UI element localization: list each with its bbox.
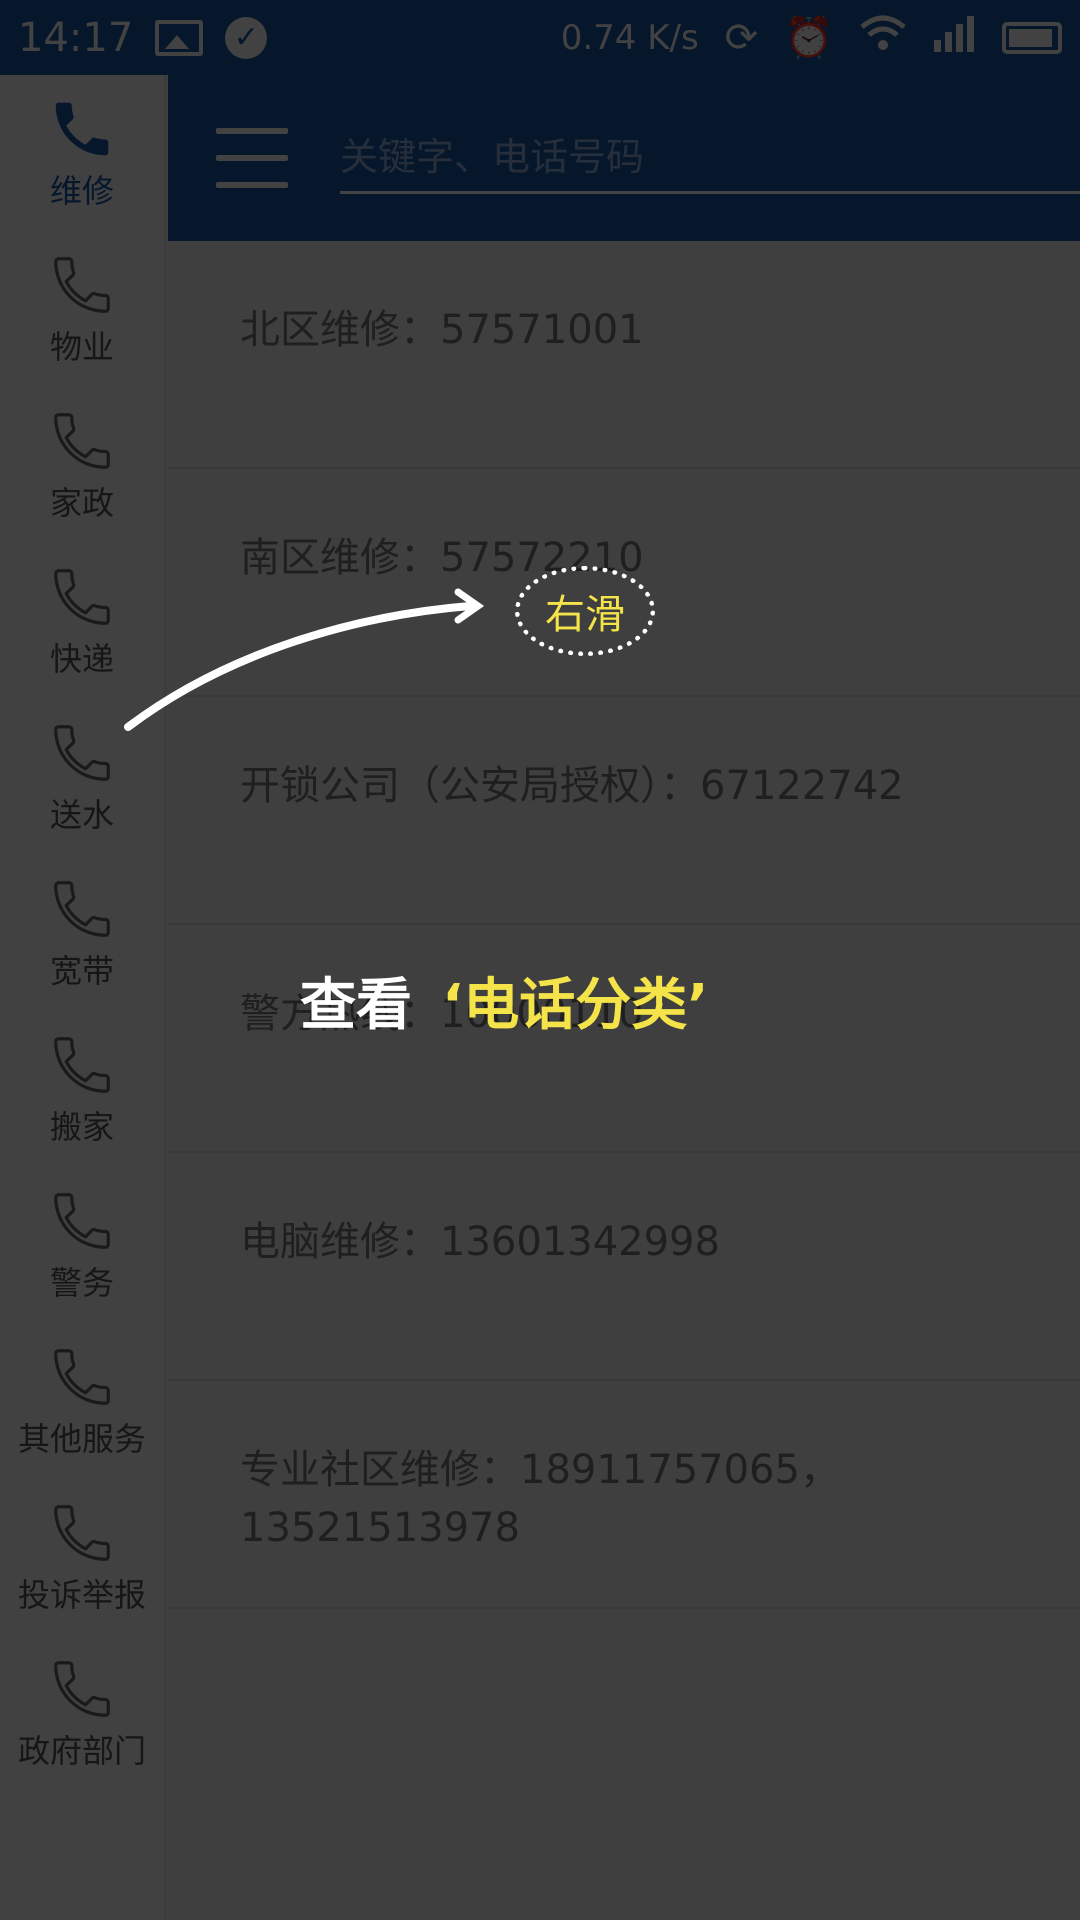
sidebar-item-label: 政府部门 <box>17 1732 146 1770</box>
phone-icon <box>47 94 117 164</box>
status-bar: 14:17 ✓ 0.74 K/s ⟳ ⏰ <box>0 0 1080 75</box>
phone-icon <box>47 406 117 476</box>
phone-icon <box>47 718 117 788</box>
wifi-icon <box>860 15 906 61</box>
sidebar-item[interactable]: 送水 <box>0 699 164 855</box>
sidebar-item-label: 快递 <box>49 640 114 678</box>
phone-icon <box>47 250 117 320</box>
phone-icon <box>47 1654 117 1724</box>
contact-row[interactable]: 专业社区维修：18911757065， 13521513978 <box>168 1381 1080 1609</box>
sidebar-item[interactable]: 维修 <box>0 75 164 231</box>
contact-text: 南区维修：57572210 <box>240 535 644 581</box>
sidebar-item-label: 其他服务 <box>17 1420 146 1458</box>
sidebar-item-label: 送水 <box>49 796 114 834</box>
status-time: 14:17 <box>18 14 134 61</box>
image-icon <box>155 19 204 56</box>
contact-row[interactable]: 北区维修：57571001 <box>168 241 1080 469</box>
check-icon: ✓ <box>225 16 268 59</box>
sidebar-item-label: 搬家 <box>49 1108 114 1146</box>
sidebar-item-label: 物业 <box>49 328 114 366</box>
sidebar-item-label: 维修 <box>49 172 114 210</box>
contact-text: 电脑维修：13601342998 <box>240 1219 720 1265</box>
contact-text-continued: 13521513978 <box>240 1505 520 1551</box>
app-header <box>168 75 1080 241</box>
search-bar <box>340 122 1080 194</box>
sidebar-item[interactable]: 警务 <box>0 1167 164 1323</box>
sidebar-item[interactable]: 政府部门 <box>0 1635 164 1791</box>
contact-list: 北区维修：57571001 南区维修：57572210 开锁公司（公安局授权）：67… <box>168 241 1080 1609</box>
signal-icon <box>932 14 976 62</box>
sidebar-item[interactable]: 家政 <box>0 387 164 543</box>
sidebar-item[interactable]: 快递 <box>0 543 164 699</box>
phone-icon <box>47 1342 117 1412</box>
menu-icon[interactable] <box>216 128 288 188</box>
sidebar-item-label: 警务 <box>49 1264 114 1302</box>
contact-text: 北区维修：57571001 <box>240 307 644 353</box>
phone-icon <box>47 1186 117 1256</box>
contact-text: 专业社区维修：18911757065， <box>240 1447 840 1493</box>
contact-row[interactable]: 电脑维修：13601342998 <box>168 1153 1080 1381</box>
contact-row[interactable]: 开锁公司（公安局授权）：67122742 <box>168 697 1080 925</box>
sidebar-item[interactable]: 宽带 <box>0 855 164 1011</box>
net-speed: 0.74 K/s <box>560 17 699 58</box>
contact-text: 开锁公司（公安局授权）：67122742 <box>240 763 904 809</box>
phone-icon <box>47 1030 117 1100</box>
search-input[interactable] <box>340 134 1080 179</box>
sidebar-item[interactable]: 搬家 <box>0 1011 164 1167</box>
sidebar-item[interactable]: 其他服务 <box>0 1323 164 1479</box>
contact-row[interactable]: 南区维修：57572210 <box>168 469 1080 697</box>
sidebar-item-label: 家政 <box>49 484 114 522</box>
sidebar-item-label: 投诉举报 <box>17 1576 146 1614</box>
battery-icon <box>1002 21 1062 54</box>
phone-icon <box>47 1498 117 1568</box>
contact-text: 警方热线：10000110 <box>240 991 644 1037</box>
phone-icon <box>47 874 117 944</box>
sidebar-item[interactable]: 投诉举报 <box>0 1479 164 1635</box>
sync-icon: ⟳ <box>724 14 759 61</box>
sidebar-item[interactable]: 物业 <box>0 231 164 387</box>
alarm-icon: ⏰ <box>784 15 834 61</box>
category-sidebar: 维修物业家政快递送水宽带搬家警务其他服务投诉举报政府部门 <box>0 75 166 1920</box>
sidebar-item-label: 宽带 <box>49 952 114 990</box>
phone-icon <box>47 562 117 632</box>
contact-row[interactable]: 警方热线：10000110 <box>168 925 1080 1153</box>
